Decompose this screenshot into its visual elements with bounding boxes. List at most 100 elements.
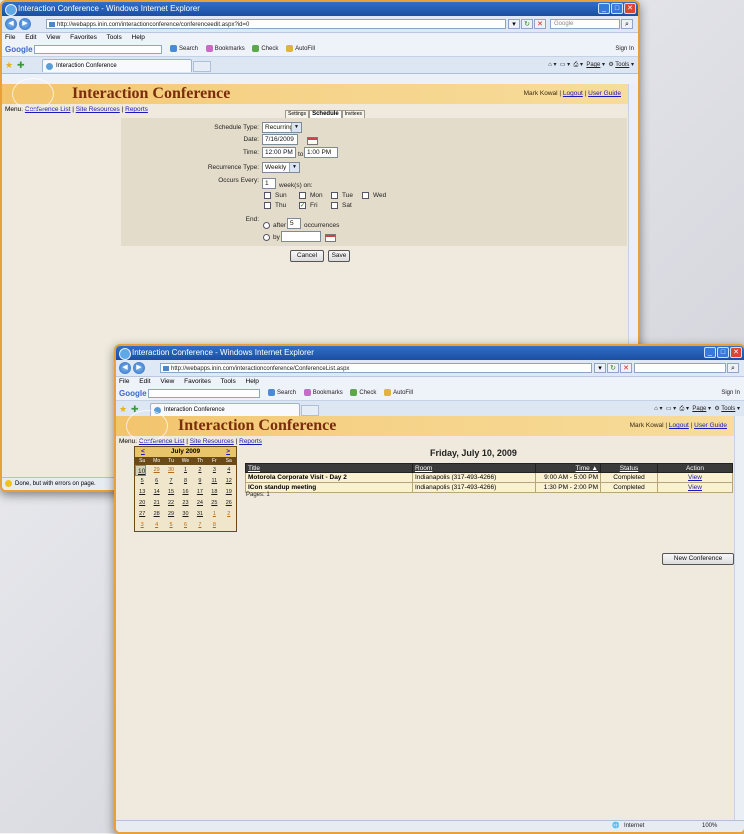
address-dropdown[interactable]: ▾ (594, 363, 606, 373)
calendar-day[interactable]: 21 (149, 498, 163, 509)
back-icon[interactable]: ◀ (119, 362, 131, 374)
calendar-day[interactable]: 25 (207, 498, 221, 509)
bookmarks-button[interactable]: Bookmarks (313, 390, 343, 396)
calendar-day[interactable]: 13 (135, 487, 149, 498)
calendar-day[interactable]: 22 (164, 498, 178, 509)
occurs-every-field[interactable]: 1 (262, 178, 276, 189)
new-conference-button[interactable]: New Conference (662, 553, 734, 565)
calendar-day[interactable]: 15 (164, 487, 178, 498)
calendar-day[interactable]: 5 (135, 476, 149, 487)
checkbox-mon[interactable] (299, 192, 306, 199)
menu-edit[interactable]: Edit (25, 34, 36, 41)
calendar-day[interactable]: 24 (193, 498, 207, 509)
calendar-day[interactable]: 7 (164, 476, 178, 487)
tools-menu[interactable]: Tools (721, 406, 735, 412)
calendar-day[interactable]: 29 (149, 465, 163, 476)
calendar-day[interactable]: 29 (164, 509, 178, 520)
search-icon[interactable]: ⌕ (621, 19, 633, 29)
window-titlebar[interactable]: Interaction Conference - Windows Interne… (116, 346, 744, 360)
calendar-day[interactable]: 6 (178, 520, 192, 531)
calendar-day[interactable]: 27 (135, 509, 149, 520)
menu-help[interactable]: Help (132, 34, 145, 41)
view-link[interactable]: View (688, 484, 702, 491)
site-resources-link[interactable]: Site Resources (76, 106, 120, 113)
menu-tools[interactable]: Tools (221, 378, 236, 385)
user-guide-link[interactable]: User Guide (588, 90, 621, 97)
google-search-button[interactable]: Search (179, 46, 198, 52)
autofill-button[interactable]: AutoFill (393, 390, 413, 396)
stop-icon[interactable]: ✕ (620, 363, 632, 373)
checkbox-wed[interactable] (362, 192, 369, 199)
window-titlebar[interactable]: Interaction Conference - Windows Interne… (2, 2, 638, 16)
calendar-day[interactable]: 8 (207, 520, 221, 531)
minimize-button[interactable]: _ (598, 3, 610, 14)
reports-link[interactable]: Reports (125, 106, 148, 113)
column-time-label[interactable]: Time ▲ (576, 465, 598, 472)
save-button[interactable]: Save (328, 250, 350, 262)
back-icon[interactable]: ◀ (5, 18, 17, 30)
forward-icon[interactable]: ▶ (19, 18, 31, 30)
column-room-label[interactable]: Room (415, 465, 432, 472)
calendar-day[interactable]: 4 (149, 520, 163, 531)
logout-link[interactable]: Logout (563, 90, 583, 97)
site-resources-link[interactable]: Site Resources (190, 438, 234, 445)
favorites-star-icon[interactable]: ★ (119, 404, 127, 414)
schedule-type-select[interactable]: Recurring ▼ (262, 122, 302, 133)
maximize-button[interactable]: □ (611, 3, 623, 14)
calendar-day[interactable]: 23 (178, 498, 192, 509)
warning-icon[interactable] (5, 479, 12, 487)
tab-schedule[interactable]: Schedule (309, 110, 342, 118)
bookmarks-button[interactable]: Bookmarks (215, 46, 245, 52)
end-date-field[interactable] (281, 231, 321, 242)
calendar-day[interactable]: 16 (178, 487, 192, 498)
checkbox-fri[interactable]: ✓ (299, 202, 306, 209)
refresh-icon[interactable]: ↻ (607, 363, 619, 373)
tools-menu[interactable]: Tools (615, 62, 629, 68)
forward-icon[interactable]: ▶ (133, 362, 145, 374)
menu-favorites[interactable]: Favorites (184, 378, 211, 385)
refresh-icon[interactable]: ↻ (521, 19, 533, 29)
calendar-day[interactable]: 30 (178, 509, 192, 520)
calendar-day[interactable]: 31 (193, 509, 207, 520)
calendar-day[interactable]: 2 (193, 465, 207, 476)
autofill-button[interactable]: AutoFill (295, 46, 315, 52)
google-search-input[interactable] (34, 45, 162, 54)
maximize-button[interactable]: □ (717, 347, 729, 358)
close-button[interactable]: ✕ (730, 347, 742, 358)
calendar-day[interactable]: 28 (149, 509, 163, 520)
cancel-button[interactable]: Cancel (290, 250, 324, 262)
menu-view[interactable]: View (46, 34, 60, 41)
logout-link[interactable]: Logout (669, 422, 689, 429)
google-search-button[interactable]: Search (277, 390, 296, 396)
search-input[interactable] (634, 363, 726, 373)
time-from-field[interactable]: 12:00 PM (262, 147, 296, 158)
view-link[interactable]: View (688, 474, 702, 481)
date-field[interactable]: 7/16/2009 (262, 134, 298, 145)
calendar-day[interactable]: 5 (164, 520, 178, 531)
calendar-day[interactable]: 17 (193, 487, 207, 498)
checkbox-sat[interactable] (331, 202, 338, 209)
column-status[interactable]: Status (600, 463, 658, 473)
calendar-day[interactable]: 7 (193, 520, 207, 531)
menu-favorites[interactable]: Favorites (70, 34, 97, 41)
checkbox-sun[interactable] (264, 192, 271, 199)
prev-month-link[interactable]: < (141, 447, 145, 457)
column-room[interactable]: Room (412, 463, 536, 473)
calendar-day[interactable]: 20 (135, 498, 149, 509)
radio-after[interactable] (263, 222, 270, 229)
address-bar[interactable]: http://webapps.inin.com/interactionconfe… (46, 19, 506, 29)
add-favorites-icon[interactable]: ✚ (17, 60, 25, 70)
checkbox-thu[interactable] (264, 202, 271, 209)
column-title-label[interactable]: Title (248, 465, 260, 472)
minimize-button[interactable]: _ (704, 347, 716, 358)
user-guide-link[interactable]: User Guide (694, 422, 727, 429)
tab-invitees[interactable]: Invitees (341, 110, 365, 118)
next-month-link[interactable]: > (226, 447, 230, 457)
calendar-day[interactable]: 1 (178, 465, 192, 476)
signin-link[interactable]: Sign In (615, 44, 634, 55)
tab-settings[interactable]: Settings (285, 110, 310, 118)
calendar-icon[interactable] (307, 137, 318, 145)
calendar-day[interactable]: 12 (222, 476, 236, 487)
calendar-day[interactable]: 11 (207, 476, 221, 487)
calendar-day[interactable]: 9 (193, 476, 207, 487)
